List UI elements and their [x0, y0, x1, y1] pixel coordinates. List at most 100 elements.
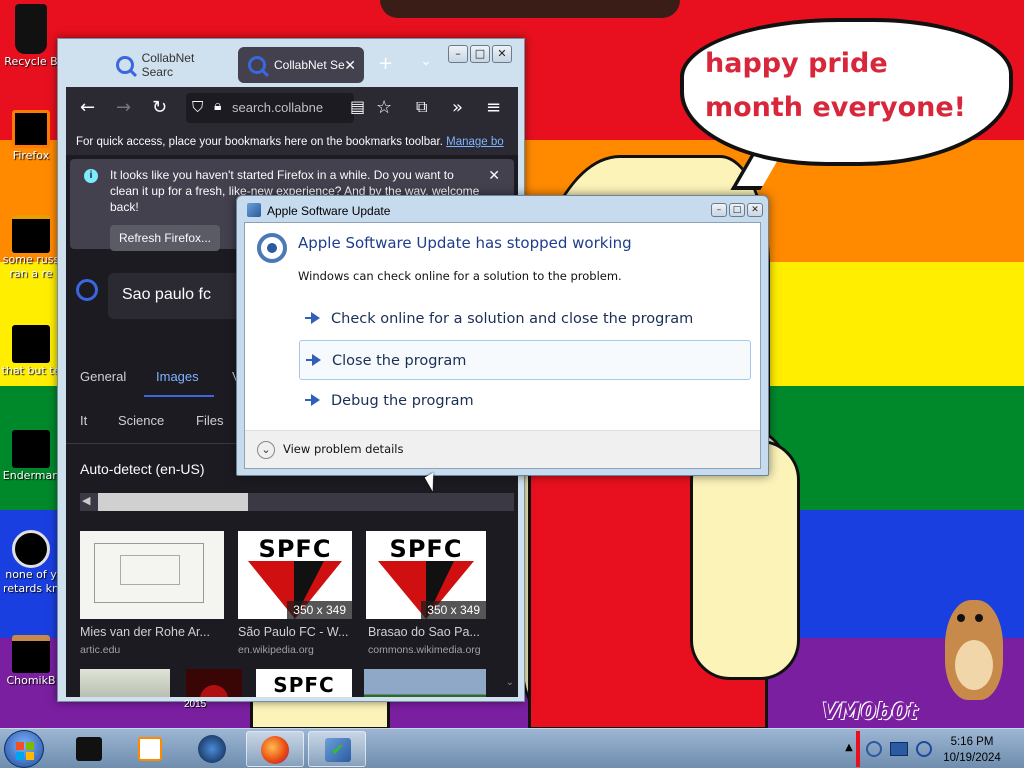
result-image-spfc-2[interactable]: SPFC 350 x 349: [366, 531, 486, 619]
taskbar-globe[interactable]: [184, 731, 242, 767]
debug-program-option[interactable]: Debug the program: [299, 381, 751, 421]
reader-view-icon[interactable]: ▤: [350, 97, 365, 116]
result-title[interactable]: Brasao do Sao Pa...: [368, 625, 492, 639]
result-image-red-poster[interactable]: [186, 669, 242, 697]
search-query-text: Sao paulo fc: [122, 286, 211, 303]
close-notice-icon[interactable]: ✕: [488, 167, 500, 184]
desktop-icon-none-of-you[interactable]: none of y retards kn: [0, 530, 62, 596]
clock-date: 10/19/2024: [943, 752, 1001, 764]
forward-icon[interactable]: →: [116, 97, 131, 118]
close-tab-icon[interactable]: ✕: [344, 57, 356, 74]
category-science[interactable]: Science: [118, 413, 164, 428]
result-image-team-photo[interactable]: [364, 669, 486, 697]
desktop-icon-firefox[interactable]: Firefox: [0, 110, 62, 163]
nav-toolbar: ← → ↻ ⛉ 🔒︎ search.collabne ▤ ☆ ⧉ » ≡: [66, 87, 518, 129]
taskbar-firefox[interactable]: [246, 731, 304, 767]
tray-marker: [856, 731, 860, 767]
bookmark-star-icon[interactable]: ☆: [376, 97, 392, 118]
info-icon: i: [84, 169, 98, 183]
show-hidden-icons[interactable]: ▲: [842, 733, 856, 763]
category-files[interactable]: Files: [196, 413, 223, 428]
back-icon[interactable]: ←: [80, 97, 95, 118]
app-icon: [247, 203, 261, 217]
desktop-icon-enderman[interactable]: Enderman: [0, 430, 62, 483]
scroll-left-icon[interactable]: ◀: [82, 494, 90, 507]
dialog-maximize-button[interactable]: □: [729, 203, 745, 217]
result-title[interactable]: Mies van der Rohe Ar...: [80, 625, 224, 639]
reload-icon[interactable]: ↻: [152, 97, 167, 118]
close-program-option[interactable]: Close the program: [299, 340, 751, 380]
software-update-icon: [257, 233, 287, 263]
bookmarks-hint: For quick access, place your bookmarks h…: [76, 136, 443, 148]
minimize-button[interactable]: –: [448, 45, 468, 63]
desktop-icon-label: some russ ran a re: [2, 253, 60, 280]
close-window-button[interactable]: ✕: [492, 45, 512, 63]
result-image-stadium-photo[interactable]: [80, 669, 170, 697]
update-tray-icon[interactable]: [866, 741, 882, 757]
horizontal-scrollbar[interactable]: ◀: [80, 493, 514, 511]
browser-tab-1[interactable]: CollabNet Searc: [106, 47, 226, 83]
manage-bookmarks-link[interactable]: Manage bo: [446, 136, 504, 148]
desktop-icon-that-but[interactable]: that but te: [0, 325, 62, 378]
tab-images[interactable]: Images: [156, 369, 199, 384]
url-bar[interactable]: ⛉ 🔒︎ search.collabne: [186, 93, 354, 123]
option-label: Close the program: [332, 353, 467, 369]
chevron-down-icon[interactable]: ⌄: [420, 53, 432, 69]
taskbar-software-update[interactable]: ✔: [308, 731, 366, 767]
dialog-close-button[interactable]: ✕: [747, 203, 763, 217]
desktop-icon-russian-file[interactable]: some russ ran a re: [0, 215, 62, 281]
refresh-firefox-button[interactable]: Refresh Firefox...: [110, 225, 220, 251]
image-dimensions: 350 x 349: [287, 601, 352, 619]
dialog-minimize-button[interactable]: –: [711, 203, 727, 217]
tab-label: CollabNet Searc: [141, 51, 195, 79]
network-icon[interactable]: [890, 742, 908, 756]
scrollbar-thumb[interactable]: [98, 493, 248, 511]
desktop-icon-label: that but te: [1, 364, 61, 377]
option-label: Debug the program: [331, 393, 474, 409]
desktop-icon-label: none of y retards kn: [3, 568, 59, 595]
result-image-spfc-1[interactable]: SPFC 350 x 349: [238, 531, 352, 619]
image-dimensions: 350 x 349: [421, 601, 486, 619]
spfc-logo-text: SPFC: [273, 673, 335, 697]
overflow-icon[interactable]: »: [452, 97, 463, 118]
spfc-logo-text: SPFC: [258, 535, 332, 563]
browser-tab-2-active[interactable]: CollabNet Se ✕: [238, 47, 364, 83]
expand-chevron-icon[interactable]: ⌄: [257, 441, 275, 459]
scroll-down-icon[interactable]: ⌄: [506, 677, 514, 688]
tab-general[interactable]: General: [80, 369, 126, 384]
desktop-icon-label: Firefox: [12, 149, 50, 162]
dialog-content: Apple Software Update has stopped workin…: [244, 222, 761, 469]
dialog-title: Apple Software Update: [267, 204, 391, 218]
shield-icon[interactable]: ⛉: [192, 98, 203, 116]
menu-icon[interactable]: ≡: [486, 97, 501, 118]
maximize-button[interactable]: □: [470, 45, 490, 63]
desktop-icon-recycle-bin[interactable]: Recycle B: [0, 4, 62, 69]
category-it[interactable]: It: [80, 413, 87, 428]
volume-icon[interactable]: [916, 741, 932, 757]
result-title[interactable]: São Paulo FC - W...: [238, 625, 360, 639]
search-icon[interactable]: [76, 279, 98, 301]
result-image-spfc-3[interactable]: SPFC: [256, 669, 352, 697]
error-dialog: Apple Software Update – □ ✕ Apple Softwa…: [236, 195, 769, 476]
check-online-option[interactable]: Check online for a solution and close th…: [299, 299, 751, 339]
view-details-link[interactable]: View problem details: [283, 442, 404, 456]
desktop-icon-label: ChomikB: [6, 674, 56, 687]
result-source: artic.edu: [80, 644, 121, 656]
extensions-icon[interactable]: ⧉: [416, 97, 427, 117]
active-tab-indicator: [144, 395, 214, 397]
desktop-icon-chomik[interactable]: ChomikB: [0, 635, 62, 688]
lock-icon[interactable]: 🔒︎: [214, 98, 221, 114]
spfc-logo-text: SPFC: [389, 535, 463, 563]
taskbar-app-1[interactable]: [60, 731, 118, 767]
taskbar-media-player[interactable]: [122, 731, 180, 767]
arrow-right-icon: [305, 312, 320, 324]
language-selector[interactable]: Auto-detect (en-US): [80, 461, 205, 477]
system-clock[interactable]: 5:16 PM 10/19/2024: [932, 734, 1012, 766]
start-button[interactable]: [4, 730, 44, 768]
tab-strip: CollabNet Searc CollabNet Se ✕ + ⌄ – □ ✕: [58, 39, 524, 85]
new-tab-icon[interactable]: +: [378, 53, 393, 74]
dialog-footer: ⌄ View problem details: [245, 430, 760, 468]
result-image-blueprint[interactable]: [80, 531, 224, 619]
bookmarks-toolbar: For quick access, place your bookmarks h…: [66, 129, 518, 155]
result-caption: 2015: [184, 699, 207, 710]
